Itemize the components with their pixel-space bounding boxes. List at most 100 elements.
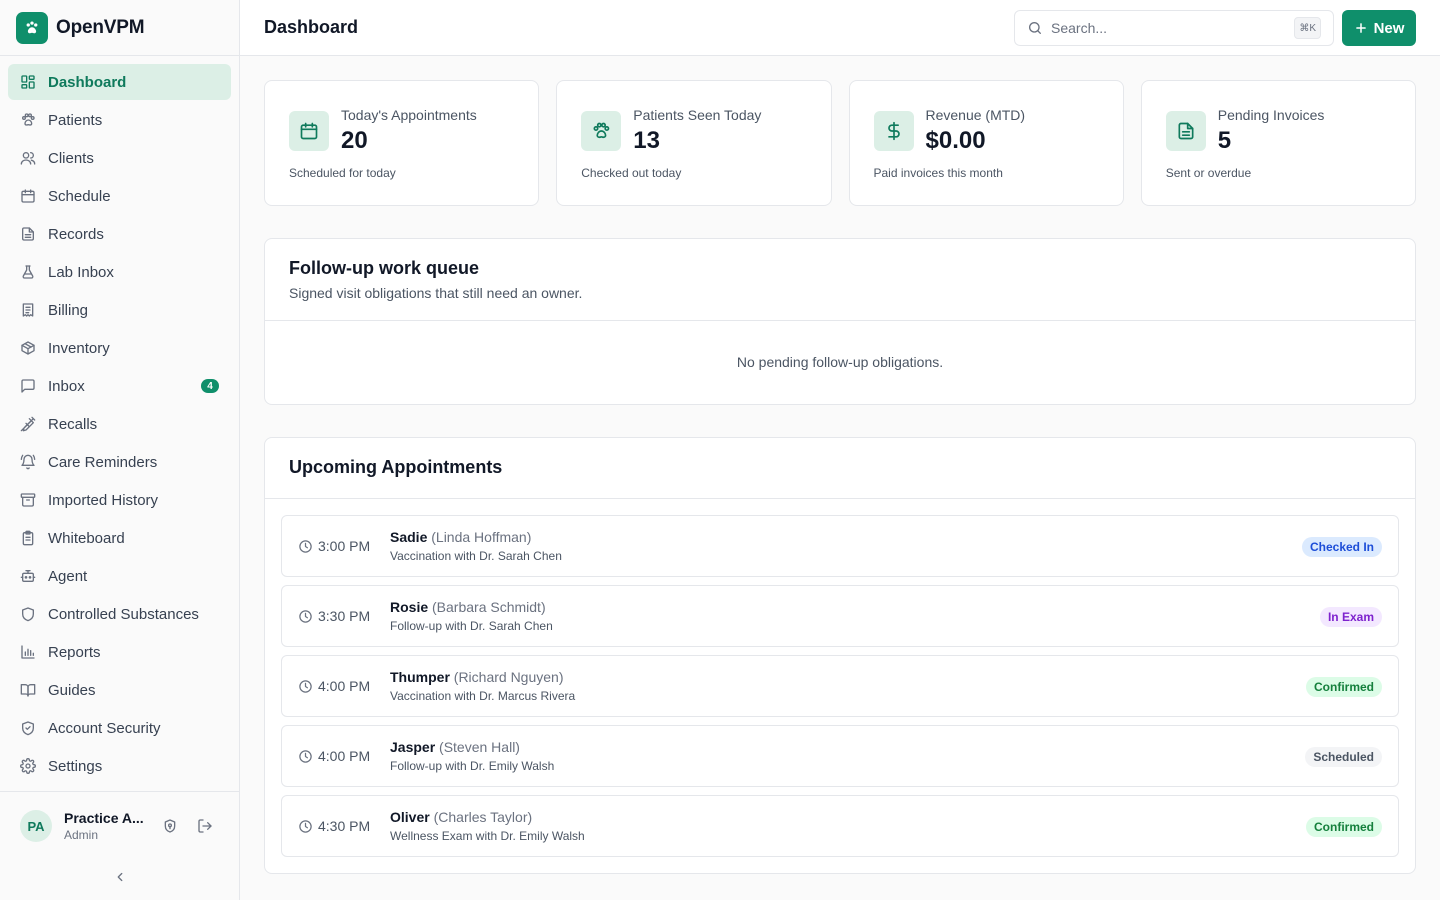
chevron-left-icon[interactable]	[110, 867, 130, 887]
sidebar-item-care-reminders[interactable]: Care Reminders	[8, 444, 231, 480]
sidebar-item-label: Whiteboard	[48, 529, 125, 547]
archive-icon	[20, 492, 36, 508]
shortcut-hint: ⌘K	[1294, 17, 1321, 39]
stat-value: $0.00	[925, 127, 986, 154]
appointment-time: 4:00 PM	[318, 748, 371, 764]
sidebar-item-records[interactable]: Records	[8, 216, 231, 252]
sidebar-item-billing[interactable]: Billing	[8, 292, 231, 328]
dollar-icon	[873, 111, 914, 151]
page-title: Dashboard	[264, 17, 359, 37]
sidebar-nav: Dashboard Patients Clients Schedule Records L…	[0, 56, 239, 784]
paw-icon	[16, 11, 48, 44]
followup-title: Follow-up work queue	[289, 258, 479, 278]
main-content: Today's Appointments 20 Scheduled for toda…	[264, 80, 1416, 874]
appointment-time: 4:00 PM	[318, 678, 371, 694]
appointment-description: Wellness Exam with Dr. Emily Walsh	[390, 829, 585, 843]
sidebar-item-label: Account Security	[48, 719, 161, 737]
sidebar-item-label: Records	[48, 225, 104, 243]
sidebar-item-label: Reports	[48, 643, 101, 661]
shield-icon[interactable]	[156, 812, 183, 840]
calendar-icon	[289, 111, 329, 151]
client-name: (Barbara Schmidt)	[432, 599, 546, 615]
followup-empty-state: No pending follow-up obligations.	[736, 354, 944, 370]
sidebar-item-label: Schedule	[48, 187, 111, 205]
appointment-description: Follow-up with Dr. Emily Walsh	[390, 759, 555, 773]
brand[interactable]: OpenVPM	[0, 0, 239, 56]
appointment-time: 3:00 PM	[318, 538, 371, 554]
avatar[interactable]: PA	[20, 810, 52, 842]
appointments-card: Upcoming Appointments 3:00 PM Sadie (Lind…	[264, 437, 1416, 874]
appointment-row[interactable]: 3:30 PM Rosie (Barbara Schmidt) Follow-up …	[281, 585, 1399, 647]
stat-card-revenue-mtd: Revenue (MTD) $0.00 Paid invoices this mon…	[848, 80, 1124, 206]
book-icon	[20, 682, 36, 698]
sidebar-item-inbox[interactable]: Inbox 4	[8, 368, 231, 404]
package-icon	[20, 340, 36, 356]
appointment-row[interactable]: 4:00 PM Jasper (Steven Hall) Follow-up wit…	[281, 725, 1399, 787]
bell-icon	[20, 454, 36, 470]
sidebar-item-imported-history[interactable]: Imported History	[8, 482, 231, 518]
user-area: PA Practice A... Admin	[0, 791, 239, 900]
sidebar-item-recalls[interactable]: Recalls	[8, 406, 231, 442]
search-icon	[1027, 20, 1043, 36]
appointment-row[interactable]: 4:00 PM Thumper (Richard Nguyen) Vaccinati…	[281, 655, 1399, 717]
patient-name[interactable]: Oliver	[390, 809, 430, 825]
appointment-row[interactable]: 4:30 PM Oliver (Charles Taylor) Wellness E…	[281, 795, 1399, 857]
appointments-list: 3:00 PM Sadie (Linda Hoffman) Vaccination …	[265, 499, 1415, 857]
stat-subtitle: Checked out today	[581, 166, 682, 180]
appointment-description: Follow-up with Dr. Sarah Chen	[390, 619, 553, 633]
bar-chart-icon	[20, 644, 36, 660]
sidebar-item-lab-inbox[interactable]: Lab Inbox	[8, 254, 231, 290]
appointment-description: Vaccination with Dr. Marcus Rivera	[390, 689, 576, 703]
patient-name[interactable]: Sadie	[390, 529, 427, 545]
sidebar-item-reports[interactable]: Reports	[8, 634, 231, 670]
sidebar-item-label: Billing	[48, 301, 89, 319]
logout-icon[interactable]	[192, 812, 219, 840]
search-input[interactable]	[1051, 20, 1281, 36]
gear-icon	[20, 758, 36, 774]
sidebar-item-label: Recalls	[48, 415, 98, 433]
user-role: Admin	[64, 828, 99, 842]
stat-subtitle: Scheduled for today	[289, 166, 396, 180]
patient-name[interactable]: Rosie	[390, 599, 428, 615]
flask-icon	[20, 264, 36, 280]
status-badge: Confirmed	[1306, 817, 1382, 837]
sidebar-item-dashboard[interactable]: Dashboard	[8, 64, 231, 100]
new-button[interactable]: New	[1342, 10, 1416, 46]
sidebar-item-controlled-substances[interactable]: Controlled Substances	[8, 596, 231, 632]
sidebar-item-account-security[interactable]: Account Security	[8, 710, 231, 746]
sidebar-item-label: Imported History	[48, 491, 159, 509]
sidebar-item-clients[interactable]: Clients	[8, 140, 231, 176]
sidebar-item-schedule[interactable]: Schedule	[8, 178, 231, 214]
stat-label: Revenue (MTD)	[925, 107, 1026, 123]
sidebar-item-inventory[interactable]: Inventory	[8, 330, 231, 366]
sidebar-item-whiteboard[interactable]: Whiteboard	[8, 520, 231, 556]
shield-check-icon	[20, 720, 36, 736]
sidebar-item-settings[interactable]: Settings	[8, 748, 231, 784]
stat-card-patients-seen-today: Patients Seen Today 13 Checked out today	[556, 80, 832, 206]
file-icon	[1165, 111, 1206, 151]
search-box[interactable]: ⌘K	[1014, 10, 1334, 46]
appointments-title: Upcoming Appointments	[289, 457, 503, 477]
sidebar-item-patients[interactable]: Patients	[8, 102, 231, 138]
sidebar-item-guides[interactable]: Guides	[8, 672, 231, 708]
client-name: (Charles Taylor)	[433, 809, 533, 825]
client-name: (Linda Hoffman)	[431, 529, 532, 545]
client-name: (Steven Hall)	[439, 739, 520, 755]
file-icon	[20, 226, 36, 242]
appointment-time: 3:30 PM	[318, 608, 371, 624]
sidebar-item-label: Agent	[48, 567, 88, 585]
message-icon	[20, 378, 36, 394]
sidebar-item-agent[interactable]: Agent	[8, 558, 231, 594]
paw-icon	[581, 111, 622, 151]
top-header: Dashboard ⌘K New	[240, 0, 1440, 56]
sidebar-item-label: Lab Inbox	[48, 263, 114, 281]
patient-name[interactable]: Jasper	[390, 739, 435, 755]
appointment-title: Thumper (Richard Nguyen)	[390, 669, 564, 685]
status-badge: In Exam	[1319, 607, 1382, 627]
patient-name[interactable]: Thumper	[390, 669, 450, 685]
stat-value: 13	[633, 127, 660, 154]
appointment-row[interactable]: 3:00 PM Sadie (Linda Hoffman) Vaccination …	[281, 515, 1399, 577]
clock-icon	[298, 749, 313, 764]
sidebar-item-label: Guides	[48, 681, 96, 699]
status-badge: Scheduled	[1305, 747, 1382, 767]
